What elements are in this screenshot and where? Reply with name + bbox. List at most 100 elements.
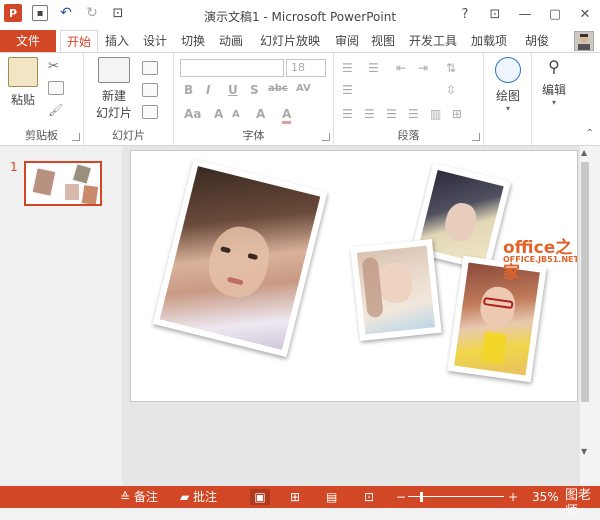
slideshow-view-icon[interactable]: ⊡ [364, 489, 374, 505]
slide-sorter-icon[interactable]: ⊞ [290, 489, 300, 505]
zoom-in-button[interactable]: + [508, 489, 518, 505]
binoculars-icon: ⚲ [548, 57, 560, 76]
zoom-slider-thumb[interactable] [420, 492, 423, 502]
tab-animations[interactable]: 动画 [214, 30, 248, 52]
vertical-scrollbar[interactable]: ▲ ▼ [580, 146, 590, 486]
collapse-ribbon-icon[interactable]: ⌃ [586, 128, 594, 139]
paste-label: 粘贴 [10, 93, 35, 107]
new-slide-button[interactable]: 新建 幻灯片 [90, 57, 138, 121]
watermark-sub: OFFICE.JB51.NET [503, 255, 578, 264]
clear-formatting-button[interactable]: A [256, 107, 265, 121]
avatar[interactable] [574, 31, 594, 51]
close-icon[interactable]: ✕ [570, 0, 600, 28]
tab-slideshow[interactable]: 幻灯片放映 [252, 30, 328, 52]
tab-view[interactable]: 视图 [366, 30, 400, 52]
photo-portrait-large[interactable] [152, 158, 328, 358]
bold-button[interactable]: B [184, 83, 193, 97]
paragraph-launcher-icon[interactable] [472, 133, 480, 141]
change-case-button[interactable]: Aa [184, 107, 201, 121]
smartart-icon[interactable]: ⊞ [452, 107, 468, 121]
font-name-combo[interactable] [180, 59, 284, 77]
grow-font-button[interactable]: A [214, 107, 223, 121]
align-right-icon[interactable]: ☰ [386, 107, 402, 121]
font-size-combo[interactable]: 18 [286, 59, 326, 77]
tab-transitions[interactable]: 切换 [176, 30, 210, 52]
shrink-font-button[interactable]: A [232, 109, 240, 120]
slide-canvas[interactable]: office之家 OFFICE.JB51.NET [130, 150, 578, 402]
comments-button[interactable]: ▰ 批注 [180, 489, 217, 505]
underline-button[interactable]: U [228, 83, 238, 97]
reset-icon[interactable] [142, 83, 158, 97]
tab-design[interactable]: 设计 [138, 30, 172, 52]
zoom-out-button[interactable]: − [396, 489, 406, 505]
columns-icon[interactable]: ▥ [430, 107, 446, 121]
align-center-icon[interactable]: ☰ [364, 107, 380, 121]
tab-file[interactable]: 文件 [0, 30, 56, 52]
strikethrough-button[interactable]: abc [268, 83, 288, 94]
editing-button[interactable]: ⚲ 编辑 ▾ [536, 57, 572, 107]
portrait-image-large [159, 166, 321, 350]
drawing-dropdown-icon: ▾ [505, 104, 510, 113]
clipboard-group-label: 剪贴板 [25, 129, 58, 142]
maximize-icon[interactable]: ▢ [540, 0, 570, 28]
paragraph-group: ☰ ☰ ⇤ ⇥ ⇅ ☰ ⇳ ☰ ☰ ☰ ☰ ▥ ⊞ 段落 [334, 53, 484, 145]
tab-addins[interactable]: 加载项 [466, 30, 512, 52]
scroll-down-icon[interactable]: ▼ [581, 447, 587, 456]
slide-editor: office之家 OFFICE.JB51.NET ▲ ▼ [122, 146, 590, 486]
decrease-indent-icon[interactable]: ⇤ [396, 61, 412, 75]
thumb-photo-1 [31, 167, 57, 197]
watermark-corner: 图老师 [565, 488, 592, 519]
justify-icon[interactable]: ☰ [408, 107, 424, 121]
scrollbar-thumb[interactable] [581, 162, 589, 402]
editing-dropdown-icon: ▾ [551, 98, 556, 107]
align-text-icon[interactable]: ⇳ [446, 83, 462, 97]
tab-developer[interactable]: 开发工具 [404, 30, 462, 52]
drawing-group: 绘图 ▾ [484, 53, 532, 145]
zoom-level[interactable]: 35% [532, 489, 559, 505]
ribbon-display-icon[interactable]: ⊡ [480, 0, 510, 28]
numbering-icon[interactable]: ☰ [368, 61, 384, 75]
ribbon-tabs: 文件 开始 插入 设计 切换 动画 幻灯片放映 审阅 视图 开发工具 加载项 胡… [0, 30, 600, 53]
cut-icon[interactable]: ✂ [48, 59, 64, 74]
tab-home[interactable]: 开始 [60, 30, 98, 52]
notes-button[interactable]: ≙ 备注 [120, 489, 158, 505]
line-spacing-icon[interactable]: ☰ [342, 83, 358, 97]
tab-review[interactable]: 审阅 [330, 30, 364, 52]
copy-icon[interactable] [48, 81, 64, 95]
increase-indent-icon[interactable]: ⇥ [418, 61, 434, 75]
comments-label: 批注 [193, 490, 218, 504]
font-color-button[interactable]: A [282, 107, 292, 124]
bullets-icon[interactable]: ☰ [342, 61, 358, 75]
slides-group-label: 幻灯片 [112, 129, 145, 142]
text-direction-icon[interactable]: ⇅ [446, 61, 462, 75]
slide-thumbnail-pane: 1 [0, 146, 123, 486]
section-icon[interactable] [142, 105, 158, 119]
font-group: 18 B I U S abc AV Aa A A A A 字体 [174, 53, 334, 145]
account-name[interactable]: 胡俊 [520, 30, 554, 52]
align-left-icon[interactable]: ☰ [342, 107, 358, 121]
paste-button[interactable]: 粘贴 [6, 57, 40, 108]
normal-view-icon[interactable]: ▣ [250, 489, 270, 505]
format-painter-icon[interactable]: 🖌 [48, 103, 64, 117]
shapes-icon [495, 57, 521, 83]
ribbon: 粘贴 ✂ 🖌 剪贴板 新建 幻灯片 幻灯片 18 B I U S abc AV … [0, 53, 600, 146]
scroll-up-icon[interactable]: ▲ [581, 148, 587, 157]
clipboard-launcher-icon[interactable] [72, 133, 80, 141]
editing-group: ⚲ 编辑 ▾ [532, 53, 576, 145]
font-launcher-icon[interactable] [322, 133, 330, 141]
new-slide-label: 新建 [101, 89, 126, 103]
minimize-icon[interactable]: — [510, 0, 540, 28]
slide-thumbnail[interactable] [24, 161, 102, 206]
photo-portrait-middle[interactable] [350, 238, 442, 342]
drawing-button[interactable]: 绘图 ▾ [490, 57, 526, 113]
char-spacing-button[interactable]: AV [296, 83, 311, 94]
help-icon[interactable]: ? [450, 0, 480, 28]
italic-button[interactable]: I [206, 83, 210, 97]
paragraph-group-label: 段落 [397, 129, 420, 142]
layout-icon[interactable] [142, 61, 158, 75]
thumb-photo-2 [71, 163, 93, 185]
reading-view-icon[interactable]: ▤ [326, 489, 337, 505]
new-slide-label-2: 幻灯片 [95, 106, 132, 120]
tab-insert[interactable]: 插入 [100, 30, 134, 52]
shadow-button[interactable]: S [250, 83, 259, 97]
